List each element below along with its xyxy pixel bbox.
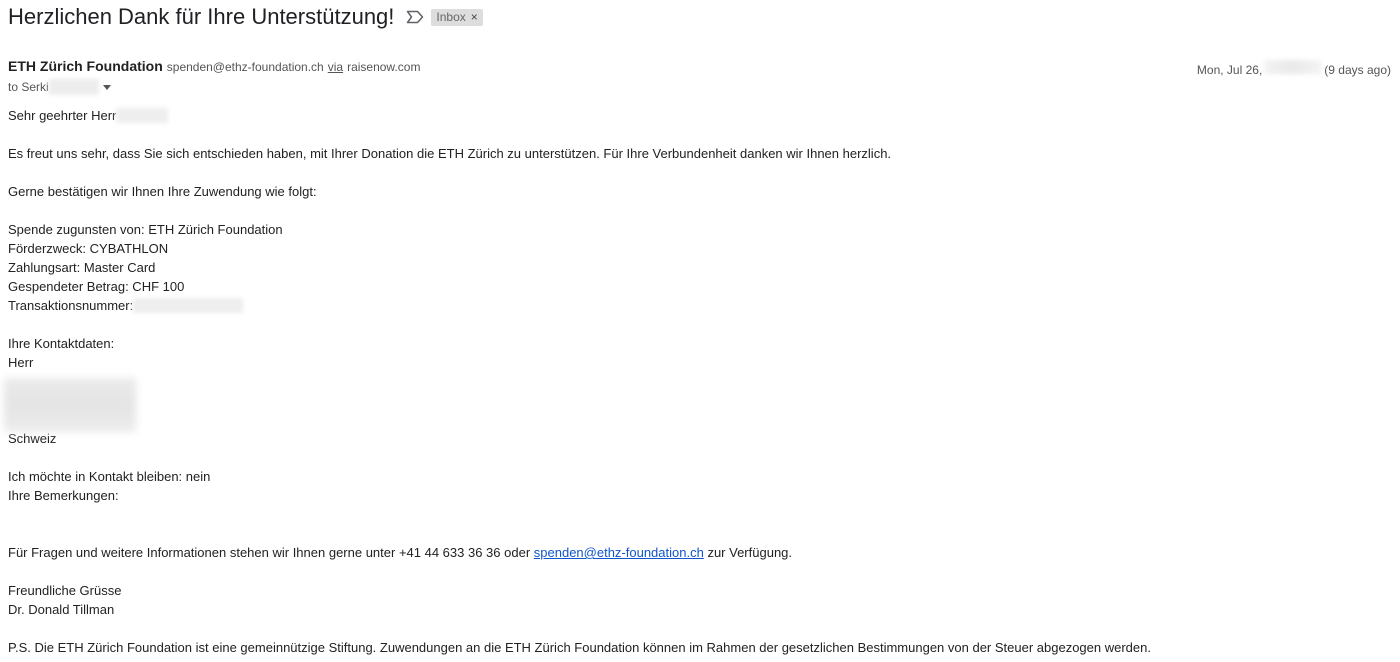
- subject-header: Herzlichen Dank für Ihre Unterstützung! …: [8, 2, 483, 32]
- closing: Freundliche Grüsse: [8, 583, 122, 598]
- recipient-text: to Serki: [8, 80, 49, 94]
- sender-name[interactable]: ETH Zürich Foundation: [8, 58, 163, 74]
- email-body: Sehr geehrter Herr Es freut uns sehr, da…: [4, 106, 1388, 657]
- sender-email: spenden@ethz-foundation.ch: [166, 60, 324, 74]
- donation-recipient: Spende zugunsten von: ETH Zürich Foundat…: [8, 222, 283, 237]
- signature: Dr. Donald Tillman: [8, 602, 115, 617]
- redacted-transaction: [133, 298, 244, 313]
- redacted-address: [4, 378, 136, 432]
- sender-info: ETH Zürich Foundation spenden@ethz-found…: [8, 58, 420, 74]
- contact-country: Schweiz: [8, 431, 57, 446]
- email-link[interactable]: spenden@ethz-foundation.ch: [534, 543, 704, 562]
- chevron-down-icon[interactable]: [102, 84, 111, 90]
- questions-post: zur Verfügung.: [707, 545, 793, 560]
- redacted-name: [116, 108, 169, 123]
- donation-purpose: Förderzweck: CYBATHLON: [8, 241, 169, 256]
- recipient-row: to Serki: [8, 79, 111, 95]
- paragraph-1: Es freut uns sehr, dass Sie sich entschi…: [8, 146, 892, 161]
- via-link[interactable]: via: [328, 60, 343, 74]
- redacted-recipient: [48, 79, 99, 95]
- email-subject: Herzlichen Dank für Ihre Unterstützung!: [8, 4, 395, 29]
- greeting-line: Sehr geehrter Herr: [8, 106, 1388, 125]
- contact-salutation: Herr: [8, 355, 34, 370]
- postscript: P.S. Die ETH Zürich Foundation ist eine …: [8, 640, 1151, 655]
- email-date: Mon, Jul 26, (9 days ago): [1197, 60, 1391, 77]
- relative-date: (9 days ago): [1324, 63, 1391, 77]
- donation-payment: Zahlungsart: Master Card: [8, 260, 156, 275]
- inbox-label-chip[interactable]: Inbox ×: [431, 8, 483, 26]
- donation-transaction: Transaktionsnummer:: [8, 296, 1388, 315]
- stay-in-contact: Ich möchte in Kontakt bleiben: nein: [8, 469, 211, 484]
- important-marker-icon[interactable]: [406, 10, 424, 24]
- paragraph-2: Gerne bestätigen wir Ihnen Ihre Zuwendun…: [8, 184, 317, 199]
- inbox-label-text: Inbox: [436, 9, 466, 24]
- questions-text: Für Fragen und weitere Informationen ste…: [8, 545, 531, 560]
- contact-heading: Ihre Kontaktdaten:: [8, 336, 115, 351]
- transaction-label: Transaktionsnummer:: [8, 298, 134, 313]
- redacted-date: [1264, 60, 1323, 74]
- via-domain: raisenow.com: [347, 60, 421, 74]
- address-block: [4, 372, 1388, 432]
- date-text: Mon, Jul 26,: [1196, 63, 1263, 77]
- remarks: Ihre Bemerkungen:: [8, 488, 119, 503]
- questions-line: Für Fragen und weitere Informationen ste…: [8, 543, 1388, 562]
- greeting-text: Sehr geehrter Herr: [8, 108, 117, 123]
- close-icon[interactable]: ×: [471, 11, 478, 23]
- donation-amount: Gespendeter Betrag: CHF 100: [8, 279, 185, 294]
